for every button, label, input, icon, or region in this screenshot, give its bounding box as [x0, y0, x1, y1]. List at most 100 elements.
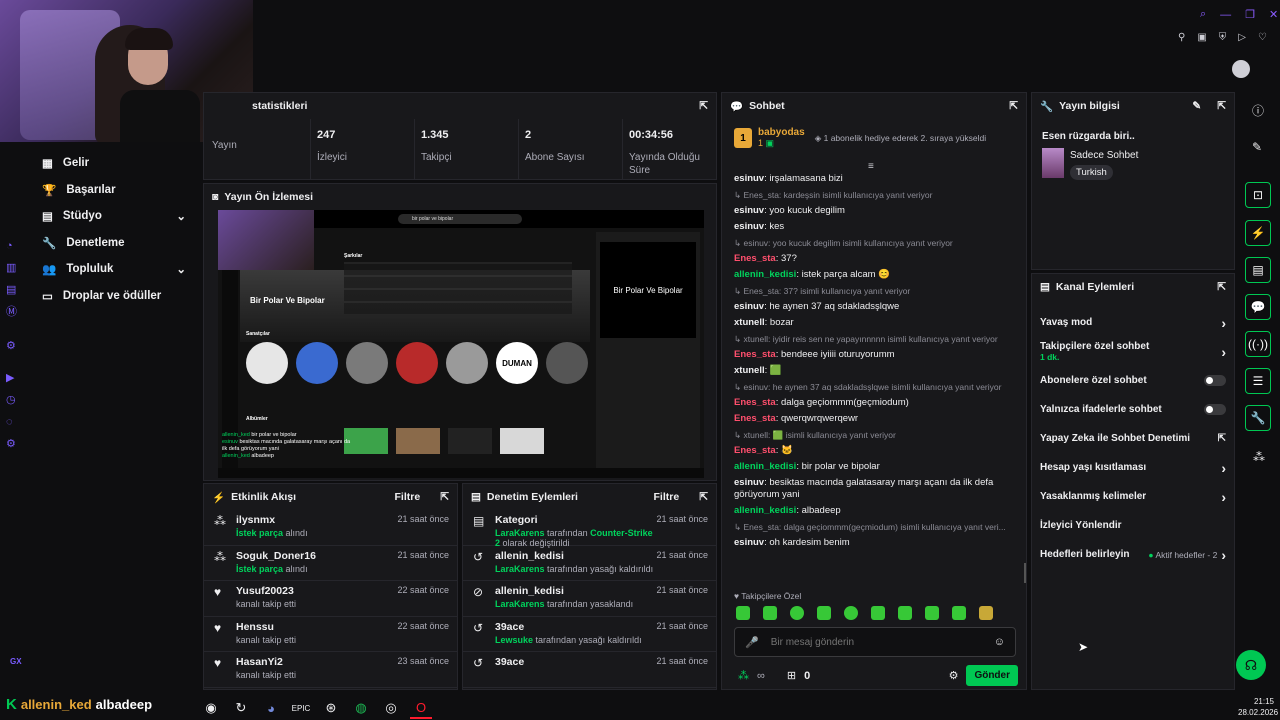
activity-filter-button[interactable]: Filtre — [395, 491, 421, 503]
chat-username[interactable]: esinuv — [734, 301, 764, 312]
emote-icon[interactable] — [763, 606, 777, 620]
settings-icon[interactable]: ⚙ — [6, 335, 26, 357]
chat-username[interactable]: allenin_kedisi — [734, 505, 796, 516]
chat-message[interactable]: allenin_kedisi: albadeep — [734, 503, 1022, 519]
heart-icon[interactable]: ♡ — [1258, 32, 1267, 43]
channel-action-item[interactable]: Hedefleri belirleyin ● Aktif hedefler - 2… — [1032, 540, 1234, 569]
shield-icon[interactable]: ⛨ — [1219, 32, 1227, 43]
popout-icon[interactable]: ⇱ — [440, 491, 449, 503]
mod-name[interactable]: Lewsuke — [495, 635, 533, 645]
profile-avatar[interactable] — [1232, 60, 1250, 78]
chat-username[interactable]: esinuv — [734, 205, 764, 216]
channel-action-item[interactable]: Yasaklanmış kelimeler › — [1032, 482, 1234, 511]
chat-message-input[interactable] — [770, 636, 982, 648]
nav-item-gelir[interactable]: ▦ Gelir — [0, 150, 200, 177]
gift-box-icon[interactable]: ⊞ — [787, 669, 796, 682]
popout-icon[interactable]: ⇱ — [1009, 100, 1018, 112]
community-icon[interactable]: ⁂ — [1253, 450, 1265, 464]
rail-doc-button[interactable]: ▤ — [1245, 257, 1271, 283]
tag-turkish[interactable]: Turkish — [1070, 165, 1113, 180]
emote-icon[interactable] — [736, 606, 750, 620]
chat-message[interactable]: esinuv: he aynen 37 aq sdakladsşlqwe — [734, 299, 1022, 315]
nav-item-droplar[interactable]: ▭ Droplar ve ödüller — [0, 283, 200, 310]
chat-username[interactable]: Enes_sta — [734, 397, 776, 408]
edit-icon[interactable]: ✎ — [1192, 100, 1201, 112]
chevron-right-icon[interactable]: › — [1221, 344, 1226, 360]
category-name[interactable]: Sadece Sohbet — [1070, 150, 1138, 161]
close-icon[interactable]: ✕ — [1269, 8, 1278, 21]
chat-username[interactable]: allenin_kedisi — [734, 269, 796, 280]
channel-action-item[interactable]: Yalnızca ifadelerle sohbet — [1032, 395, 1234, 424]
channel-action-item[interactable]: Takipçilere özel sohbet 1 dk. › — [1032, 337, 1234, 366]
channel-action-item[interactable]: İzleyici Yönlendir — [1032, 511, 1234, 540]
popout-icon[interactable]: ⇱ — [699, 100, 708, 112]
nav-item-denetleme[interactable]: 🔧 Denetleme — [0, 230, 200, 257]
chat-message[interactable]: Enes_sta: 37? — [734, 251, 1022, 267]
send-button[interactable]: Gönder — [966, 665, 1018, 686]
chat-username[interactable]: xtunell — [734, 365, 765, 376]
chevron-right-icon[interactable]: › — [1221, 489, 1226, 505]
preview-video[interactable]: bir polar ve bipolar Bir Polar Ve Bipola… — [218, 210, 704, 478]
channel-action-item[interactable]: Yavaş mod › — [1032, 308, 1234, 337]
chat-username[interactable]: Enes_sta — [734, 445, 776, 456]
chevron-right-icon[interactable]: › — [1221, 315, 1226, 331]
toggle-switch[interactable] — [1204, 404, 1226, 415]
activity-item[interactable]: ♥ HasanYi2 kanalı takip etti 23 saat önce — [204, 652, 457, 688]
chat-message[interactable]: allenin_kedisi: istek parça alcam 😊 — [734, 267, 1022, 283]
chat-username[interactable]: esinuv — [734, 537, 764, 548]
chat-scrollbar[interactable] — [1024, 563, 1026, 583]
rail-bolt-button[interactable]: ⚡ — [1245, 220, 1271, 246]
history-icon[interactable]: ◷ — [6, 389, 26, 411]
discord-icon[interactable]: ◕ — [260, 697, 282, 719]
activity-user[interactable]: Yusuf20023 — [236, 585, 397, 597]
emote-icon[interactable] — [844, 606, 858, 620]
info-icon[interactable]: ⓘ — [1252, 102, 1264, 119]
chat-message[interactable]: Enes_sta: 🐱 — [734, 443, 1022, 459]
emote-icon[interactable] — [871, 606, 885, 620]
chat-username[interactable]: Enes_sta — [734, 253, 776, 264]
rail-chat-button[interactable]: 💬 — [1245, 294, 1271, 320]
chat-message[interactable]: xtunell: 🟩 — [734, 363, 1022, 379]
mod-action-item[interactable]: ↺ 39ace 21 saat önce — [463, 652, 716, 688]
gear-icon[interactable]: ⚙ — [6, 433, 26, 455]
chat-username[interactable]: Enes_sta — [734, 413, 776, 424]
activity-user[interactable]: Henssu — [236, 621, 397, 633]
mod-filter-button[interactable]: Filtre — [654, 491, 680, 503]
chat-message[interactable]: esinuv: besiktas macında galatasaray mar… — [734, 475, 1022, 503]
chevron-icon[interactable]: ↻ — [230, 697, 252, 719]
emote-icon[interactable] — [979, 606, 993, 620]
emote-icon[interactable] — [952, 606, 966, 620]
camera-icon[interactable]: ▣ — [1197, 32, 1206, 43]
activity-user[interactable]: Soguk_Doner16 — [236, 550, 397, 562]
mic-icon[interactable]: 🎤 — [745, 636, 759, 649]
activity-user[interactable]: ilysnmx — [236, 514, 397, 526]
emote-icon[interactable] — [898, 606, 912, 620]
activity-item[interactable]: ⁂ ilysnmx İstek parça alındı 21 saat önce — [204, 510, 457, 546]
nav-item-topluluk[interactable]: 👥 Topluluk ⌄ — [0, 256, 200, 283]
chat-message[interactable]: esinuv: irşalamasana bizi — [734, 171, 1022, 187]
rail-clip-button[interactable]: ⊡ — [1245, 182, 1271, 208]
chat-message[interactable]: esinuv: oh kardesim benim — [734, 535, 1022, 551]
opera-icon[interactable]: O — [410, 697, 432, 719]
toggle-switch[interactable] — [1204, 375, 1226, 386]
chat-message[interactable]: xtunell: bozar — [734, 315, 1022, 331]
chat-username[interactable]: esinuv — [734, 477, 764, 488]
activity-item[interactable]: ⁂ Soguk_Doner16 İstek parça alındı 21 saat … — [204, 546, 457, 581]
github-icon[interactable]: ◎ — [380, 697, 402, 719]
play-icon[interactable]: ▷ — [1238, 32, 1246, 43]
spotify-icon[interactable]: ◍ — [350, 697, 372, 719]
emote-icon[interactable] — [925, 606, 939, 620]
popout-icon[interactable]: ⇱ — [1217, 281, 1226, 293]
mod-action-item[interactable]: ⊘ allenin_kedisi LaraKarens tarafından yas… — [463, 581, 716, 617]
channel-action-item[interactable]: Yapay Zeka ile Sohbet Denetimi ⇱ — [1032, 424, 1234, 453]
activity-user[interactable]: HasanYi2 — [236, 656, 397, 668]
nav-item-basarilar[interactable]: 🏆 Başarılar — [0, 177, 200, 204]
chat-username[interactable]: esinuv — [734, 221, 764, 232]
steam-icon[interactable]: ⊛ — [320, 697, 342, 719]
emote-icon[interactable] — [790, 606, 804, 620]
mod-action-item[interactable]: ▤ Kategori LaraKarens tarafından Counter-S… — [463, 510, 716, 548]
mod-name[interactable]: LaraKarens — [495, 599, 545, 609]
external-link-icon[interactable]: ⇱ — [1218, 433, 1226, 444]
rail-wrench-button[interactable]: 🔧 — [1245, 405, 1271, 431]
channel-action-item[interactable]: Abonelere özel sohbet — [1032, 366, 1234, 395]
